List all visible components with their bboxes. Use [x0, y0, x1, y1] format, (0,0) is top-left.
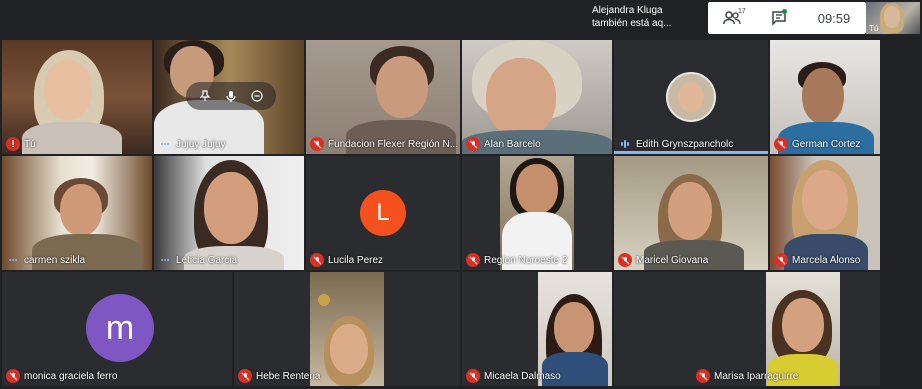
active-speaker-border — [614, 151, 768, 154]
notification-name: Alejandra Kluga — [592, 5, 663, 16]
participant-name: Micaela Dalmaso — [484, 370, 561, 382]
muted-mic-icon — [466, 369, 480, 383]
muted-mic-icon — [466, 253, 480, 267]
muted-mic-icon — [774, 253, 788, 267]
audio-indicator-icon — [158, 137, 172, 151]
participant-label: Maricel Giovana — [614, 253, 708, 267]
warning-icon: ! — [6, 137, 20, 151]
participant-name: Edith Grynszpancholc — [636, 138, 734, 150]
participant-tile[interactable]: Hebe Renteria — [234, 272, 460, 386]
participant-name: Region Noroeste 2 — [484, 254, 568, 266]
muted-mic-icon — [618, 253, 632, 267]
participant-label: Region Noroeste 2 — [462, 253, 567, 267]
participant-name: Leticia Garcia — [176, 254, 238, 266]
participant-name: Marisa Iparraguirre — [714, 370, 799, 382]
top-bar: Alejandra Kluga también está aq... 17 09… — [0, 0, 922, 38]
clock: 09:59 — [817, 10, 851, 26]
audio-indicator-icon — [6, 253, 20, 267]
muted-mic-icon — [774, 137, 788, 151]
participant-tile[interactable]: Micaela Dalmaso — [462, 272, 612, 386]
top-controls: 17 09:59 — [708, 2, 866, 34]
audio-indicator-icon — [158, 253, 172, 267]
participant-label: German Cortez — [770, 137, 860, 151]
participant-label: Edith Grynszpancholc — [614, 137, 733, 151]
participant-label: Lucila Perez — [306, 253, 383, 267]
muted-mic-icon — [238, 369, 252, 383]
participant-name: Tú — [24, 138, 36, 150]
participant-label: Alan Barcelo — [462, 137, 541, 151]
muted-mic-icon — [310, 253, 324, 267]
people-count: 17 — [738, 8, 746, 15]
participant-label: carmen szikla — [2, 253, 85, 267]
participant-name: Fundacion Flexer Región N... — [328, 138, 459, 150]
notification-text: también está aq... — [592, 18, 672, 29]
participant-tile[interactable]: L Lucila Perez — [306, 156, 460, 270]
participant-name: monica graciela ferro — [24, 370, 118, 382]
muted-mic-icon — [696, 369, 710, 383]
participant-tile[interactable]: ! Tú — [2, 40, 152, 154]
participant-tile[interactable]: German Cortez — [770, 40, 880, 154]
participant-name: Maricel Giovana — [636, 254, 709, 266]
participant-grid: ! Tú Jujuy Jujuy Fundacion Flexer Región… — [0, 38, 922, 389]
participant-tile[interactable]: Leticia Garcia — [154, 156, 304, 270]
participant-tile[interactable]: Jujuy Jujuy — [154, 40, 304, 154]
participant-name: Jujuy Jujuy — [176, 138, 226, 150]
avatar: L — [360, 190, 406, 236]
muted-mic-icon — [310, 137, 324, 151]
tile-hover-controls — [186, 82, 276, 110]
speaking-indicator-icon — [618, 137, 632, 151]
pin-icon[interactable] — [195, 86, 215, 106]
avatar — [666, 72, 716, 122]
muted-mic-icon — [466, 137, 480, 151]
participant-label: Hebe Renteria — [234, 369, 320, 383]
participant-label: Jujuy Jujuy — [154, 137, 225, 151]
people-button[interactable]: 17 — [708, 2, 756, 34]
muted-mic-icon — [6, 369, 20, 383]
microphone-icon[interactable] — [221, 86, 241, 106]
join-notification: Alejandra Kluga también está aq... — [592, 4, 708, 34]
participant-tile[interactable]: Alan Barcelo — [462, 40, 612, 154]
participant-name: carmen szikla — [24, 254, 86, 266]
participant-label: Micaela Dalmaso — [462, 369, 561, 383]
participant-label: Fundacion Flexer Región N... — [306, 137, 458, 151]
remove-icon[interactable] — [247, 86, 267, 106]
participant-tile[interactable]: Fundacion Flexer Región N... — [306, 40, 460, 154]
participant-name: Alan Barcelo — [484, 138, 541, 150]
participant-label: Leticia Garcia — [154, 253, 237, 267]
participant-label: ! Tú — [2, 137, 36, 151]
self-view-thumbnail[interactable]: Tú — [866, 2, 920, 34]
participant-tile[interactable]: Edith Grynszpancholc — [614, 40, 768, 154]
participant-tile[interactable]: Maricel Giovana — [614, 156, 768, 270]
chat-button[interactable] — [756, 2, 802, 34]
participant-name: Marcela Alonso — [792, 254, 861, 266]
participant-label: Marisa Iparraguirre — [692, 369, 798, 383]
participant-name: Lucila Perez — [328, 254, 384, 266]
participant-tile[interactable]: Marcela Alonso — [770, 156, 880, 270]
self-view-label: Tú — [869, 24, 879, 33]
participant-tile[interactable]: Region Noroeste 2 — [462, 156, 612, 270]
participant-tile[interactable]: m monica graciela ferro — [2, 272, 232, 386]
participant-label: monica graciela ferro — [2, 369, 117, 383]
avatar: m — [86, 294, 154, 362]
participant-name: German Cortez — [792, 138, 861, 150]
chat-unread-dot — [782, 9, 787, 14]
participant-name: Hebe Renteria — [256, 370, 321, 382]
participant-tile[interactable]: Marisa Iparraguirre — [614, 272, 880, 386]
participant-tile[interactable]: carmen szikla — [2, 156, 152, 270]
participant-label: Marcela Alonso — [770, 253, 860, 267]
